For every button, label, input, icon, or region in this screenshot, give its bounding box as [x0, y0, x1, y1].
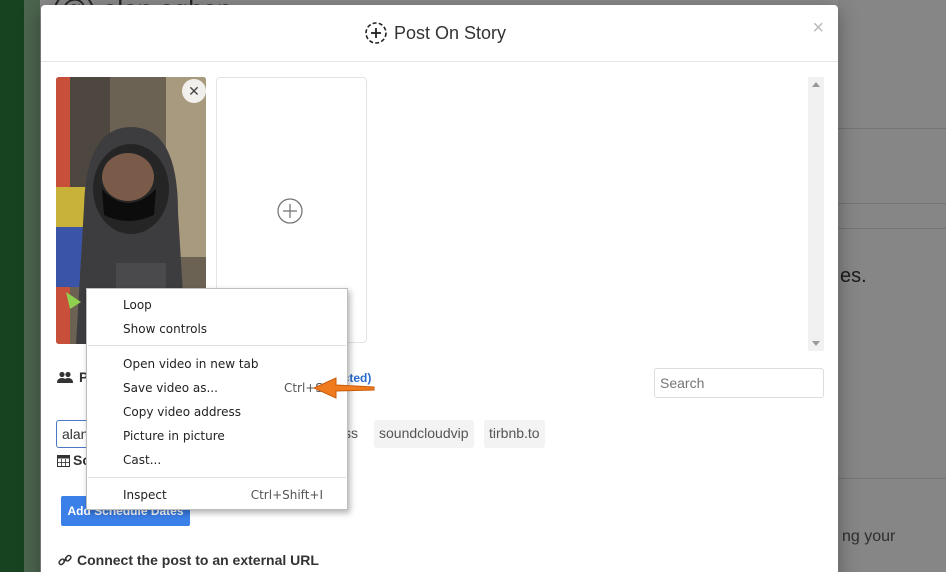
- menu-item-save-video-as[interactable]: Save video as... Ctrl+S: [87, 376, 347, 400]
- modal-header: Post On Story ×: [41, 5, 838, 62]
- close-icon: ✕: [188, 82, 200, 99]
- menu-item-open-video-new-tab[interactable]: Open video in new tab: [87, 352, 347, 376]
- modal-title: Post On Story: [394, 22, 507, 43]
- menu-item-label: Picture in picture: [123, 429, 225, 443]
- menu-item-label: Cast...: [123, 453, 162, 467]
- scroll-down-arrow-icon[interactable]: [812, 341, 820, 346]
- menu-item-shortcut: Ctrl+Shift+I: [250, 488, 323, 502]
- profile-chip[interactable]: soundcloudvip: [374, 420, 474, 448]
- plus-circle-icon: [277, 198, 303, 224]
- menu-item-label: Show controls: [123, 322, 208, 336]
- media-scrollbar[interactable]: [808, 77, 824, 351]
- annotation-arrow-icon: [312, 377, 375, 399]
- search-input[interactable]: [654, 368, 824, 398]
- menu-separator: [88, 477, 346, 478]
- menu-item-cast[interactable]: Cast...: [87, 448, 347, 472]
- close-icon[interactable]: ×: [812, 17, 824, 40]
- menu-item-label: Loop: [123, 298, 152, 312]
- users-icon: [57, 371, 73, 383]
- menu-item-copy-video-address[interactable]: Copy video address: [87, 400, 347, 424]
- video-context-menu: Loop Show controls Open video in new tab…: [86, 288, 348, 510]
- menu-item-label: Inspect: [123, 488, 167, 502]
- menu-item-label: Save video as...: [123, 381, 218, 395]
- menu-item-inspect[interactable]: Inspect Ctrl+Shift+I: [87, 483, 347, 507]
- link-icon: [58, 554, 72, 566]
- menu-item-label: Copy video address: [123, 405, 241, 419]
- calendar-icon: [57, 454, 70, 467]
- menu-item-loop[interactable]: Loop: [87, 293, 347, 317]
- profiles-section: P: [57, 369, 88, 385]
- menu-item-picture-in-picture[interactable]: Picture in picture: [87, 424, 347, 448]
- menu-item-label: Open video in new tab: [123, 357, 259, 371]
- connect-url-label: Connect the post to an external URL: [77, 552, 319, 568]
- profile-chip[interactable]: tirbnb.to: [484, 420, 545, 448]
- menu-item-show-controls[interactable]: Show controls: [87, 317, 347, 341]
- menu-separator: [88, 345, 346, 346]
- remove-media-button[interactable]: ✕: [182, 79, 206, 103]
- scroll-up-arrow-icon[interactable]: [812, 82, 820, 87]
- connect-url-section: Connect the post to an external URL: [58, 552, 319, 568]
- modal-title-wrap: Post On Story: [364, 21, 506, 45]
- story-add-icon: [365, 22, 387, 44]
